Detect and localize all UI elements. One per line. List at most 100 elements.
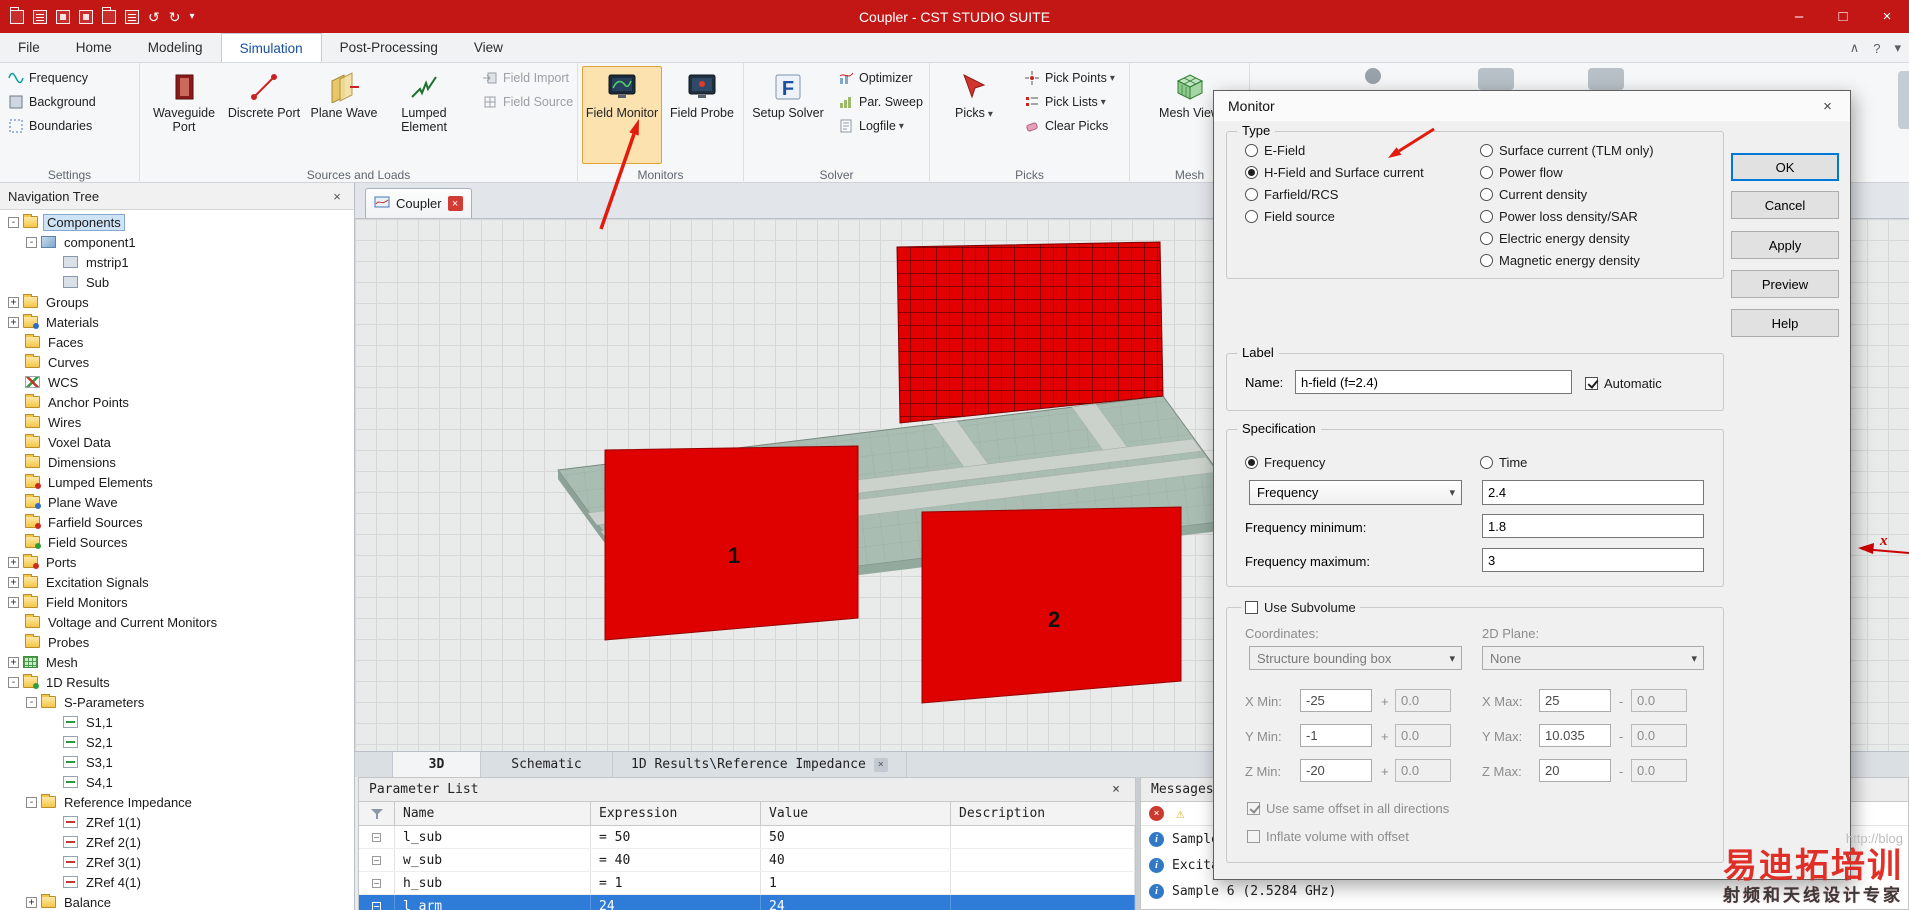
radio-power-flow[interactable]: Power flow xyxy=(1480,164,1563,180)
view-tab-3d[interactable]: 3D xyxy=(393,752,481,777)
radio-electric-energy-density[interactable]: Electric energy density xyxy=(1480,230,1630,246)
tab-file[interactable]: File xyxy=(0,33,58,62)
tree-item-field-monitors[interactable]: + Field Monitors xyxy=(0,592,354,612)
tab-post-processing[interactable]: Post-Processing xyxy=(322,33,456,62)
parameter-list-close-icon[interactable]: × xyxy=(1107,782,1125,797)
view-tab-schematic[interactable]: Schematic xyxy=(481,752,613,777)
x-min-offset-input[interactable] xyxy=(1395,689,1451,712)
view-tab-1d-results[interactable]: 1D Results\Reference Impedance × xyxy=(613,752,907,777)
tree-item-farfield-sources[interactable]: Farfield Sources xyxy=(0,512,354,532)
tree-item-component1[interactable]: - component1 xyxy=(0,232,354,252)
radio-current-density[interactable]: Current density xyxy=(1480,186,1587,202)
preview-button[interactable]: Preview xyxy=(1731,270,1839,298)
expand-icon[interactable]: + xyxy=(8,556,19,568)
ok-button[interactable]: OK xyxy=(1731,153,1839,181)
coordinates-dropdown[interactable]: Structure bounding box ▾ xyxy=(1249,646,1462,670)
tab-coupler[interactable]: Coupler × xyxy=(365,188,472,218)
copy-icon[interactable] xyxy=(102,6,116,24)
partial-ribbon-icon[interactable] xyxy=(1588,68,1624,90)
tab-simulation[interactable]: Simulation xyxy=(220,33,322,62)
automatic-checkbox[interactable]: Automatic xyxy=(1585,375,1662,391)
pick-lists-button[interactable]: Pick Lists ▾ xyxy=(1020,90,1119,114)
tree-item-wcs[interactable]: WCS xyxy=(0,372,354,392)
ribbon-options-caret-icon[interactable]: ▾ xyxy=(1894,40,1901,56)
tree-item-s31[interactable]: S3,1 xyxy=(0,752,354,772)
tree-item-wires[interactable]: Wires xyxy=(0,412,354,432)
frequency-value-input[interactable] xyxy=(1482,480,1704,505)
pick-points-button[interactable]: Pick Points ▾ xyxy=(1020,66,1119,90)
y-min-input[interactable] xyxy=(1300,724,1372,747)
parameter-row[interactable]: w_sub = 40 40 xyxy=(359,849,1135,872)
x-max-offset-input[interactable] xyxy=(1631,689,1687,712)
navigation-tree-close-icon[interactable]: × xyxy=(328,189,346,204)
tree-item-ports[interactable]: + Ports xyxy=(0,552,354,572)
tab-home[interactable]: Home xyxy=(58,33,130,62)
field-monitor-button[interactable]: Field Monitor xyxy=(582,66,662,164)
quick-access-caret-icon[interactable]: ▾ xyxy=(189,11,194,22)
minimize-button[interactable]: – xyxy=(1777,0,1821,33)
discrete-port-button[interactable]: Discrete Port xyxy=(224,66,304,164)
tree-item-components[interactable]: - Components xyxy=(0,212,354,232)
tree-item-balance[interactable]: + Balance xyxy=(0,892,354,910)
par-sweep-button[interactable]: Par. Sweep xyxy=(834,90,927,114)
picks-button[interactable]: Picks ▾ xyxy=(934,66,1014,164)
undo-icon[interactable]: ↺ xyxy=(148,10,160,24)
lumped-element-button[interactable]: Lumped Element xyxy=(384,66,464,164)
tree-item-groups[interactable]: + Groups xyxy=(0,292,354,312)
partial-ribbon-icon[interactable] xyxy=(1898,71,1909,129)
tree-item-s-parameters[interactable]: - S-Parameters xyxy=(0,692,354,712)
z-min-offset-input[interactable] xyxy=(1395,759,1451,782)
tree-item-1d-results[interactable]: -1D Results xyxy=(0,672,354,692)
port-3-mesh-plane[interactable] xyxy=(896,241,1164,424)
x-min-input[interactable] xyxy=(1300,689,1372,712)
y-max-input[interactable] xyxy=(1539,724,1611,747)
tree-item-materials[interactable]: + Materials xyxy=(0,312,354,332)
help-button[interactable]: Help xyxy=(1731,309,1839,337)
radio-h-field-surface-current[interactable]: H-Field and Surface current xyxy=(1245,164,1424,180)
save-all-icon[interactable] xyxy=(79,9,93,24)
tree-item-mstrip1[interactable]: mstrip1 xyxy=(0,252,354,272)
radio-field-source[interactable]: Field source xyxy=(1245,208,1335,224)
tree-item-zref3[interactable]: ZRef 3(1) xyxy=(0,852,354,872)
field-source-button[interactable]: Field Source xyxy=(478,90,577,114)
z-min-input[interactable] xyxy=(1300,759,1372,782)
new-project-icon[interactable] xyxy=(10,6,24,24)
cancel-button[interactable]: Cancel xyxy=(1731,191,1839,219)
redo-icon[interactable]: ↻ xyxy=(169,10,181,24)
tree-item-plane-wave[interactable]: Plane Wave xyxy=(0,492,354,512)
z-max-input[interactable] xyxy=(1539,759,1611,782)
radio-surface-current-tlm[interactable]: Surface current (TLM only) xyxy=(1480,142,1654,158)
open-project-icon[interactable] xyxy=(33,9,47,24)
collapse-icon[interactable]: - xyxy=(26,796,37,808)
expand-icon[interactable]: + xyxy=(8,296,19,308)
collapse-icon[interactable]: - xyxy=(26,236,37,248)
same-offset-checkbox[interactable]: Use same offset in all directions xyxy=(1247,800,1449,816)
radio-e-field[interactable]: E-Field xyxy=(1245,142,1305,158)
tree-item-dimensions[interactable]: Dimensions xyxy=(0,452,354,472)
help-icon[interactable]: ? xyxy=(1873,41,1880,56)
tree-item-anchor-points[interactable]: Anchor Points xyxy=(0,392,354,412)
frequency-maximum-input[interactable] xyxy=(1482,548,1704,572)
save-icon[interactable] xyxy=(56,9,70,24)
optimizer-button[interactable]: Optimizer xyxy=(834,66,927,90)
field-probe-button[interactable]: Field Probe xyxy=(662,66,742,164)
collapse-ribbon-icon[interactable]: ∧ xyxy=(1850,40,1860,56)
tree-item-lumped-elements[interactable]: Lumped Elements xyxy=(0,472,354,492)
boundaries-button[interactable]: Boundaries xyxy=(4,114,135,138)
tab-modeling[interactable]: Modeling xyxy=(130,33,221,62)
tree-item-faces[interactable]: Faces xyxy=(0,332,354,352)
expand-icon[interactable]: + xyxy=(8,596,19,608)
2d-plane-dropdown[interactable]: None ▾ xyxy=(1482,646,1704,670)
partial-ribbon-icon[interactable] xyxy=(1478,68,1514,90)
x-max-input[interactable] xyxy=(1539,689,1611,712)
tree-item-zref4[interactable]: ZRef 4(1) xyxy=(0,872,354,892)
tree-item-curves[interactable]: Curves xyxy=(0,352,354,372)
expand-icon[interactable]: + xyxy=(8,656,19,668)
view-tab-close-icon[interactable]: × xyxy=(873,757,888,772)
dialog-close-icon[interactable]: × xyxy=(1805,91,1850,121)
frequency-type-dropdown[interactable]: Frequency ▾ xyxy=(1249,480,1462,505)
frequency-minimum-input[interactable] xyxy=(1482,514,1704,538)
collapse-icon[interactable]: - xyxy=(8,676,19,688)
tree-item-s41[interactable]: S4,1 xyxy=(0,772,354,792)
logfile-button[interactable]: Logfile ▾ xyxy=(834,114,927,138)
